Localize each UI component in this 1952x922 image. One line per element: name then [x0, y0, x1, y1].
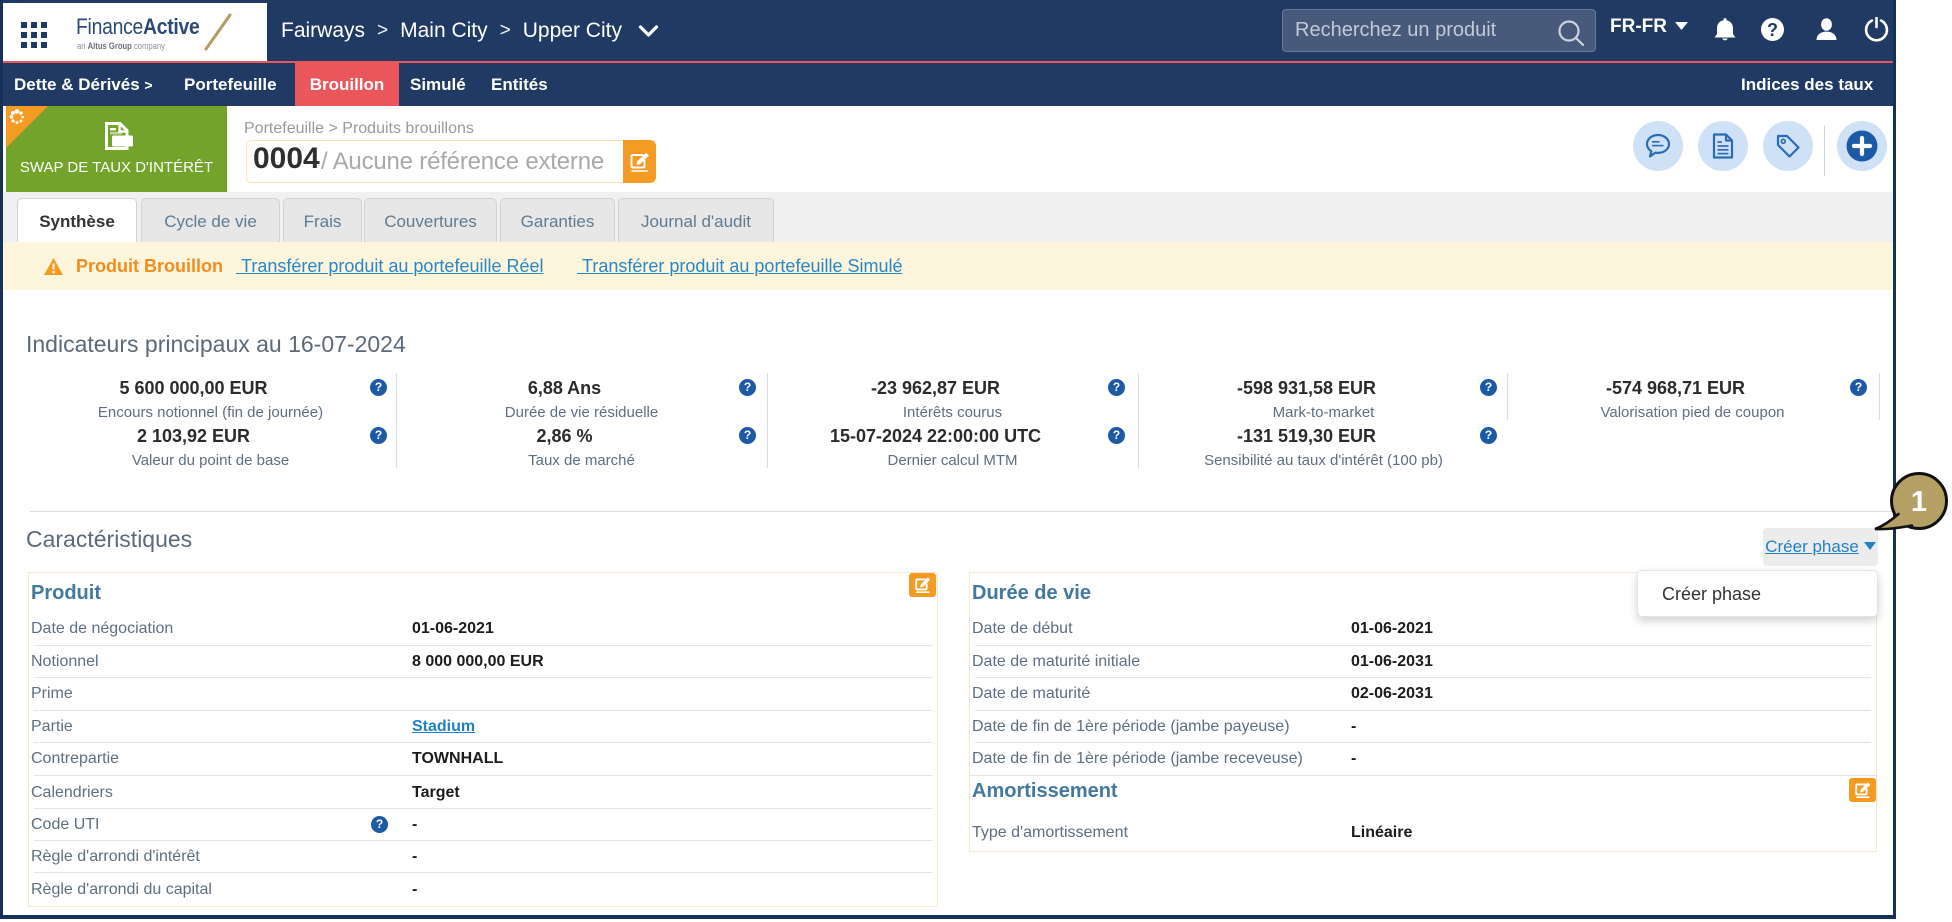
svg-text:?: ? [1767, 20, 1778, 40]
svg-text:1: 1 [1911, 486, 1927, 518]
